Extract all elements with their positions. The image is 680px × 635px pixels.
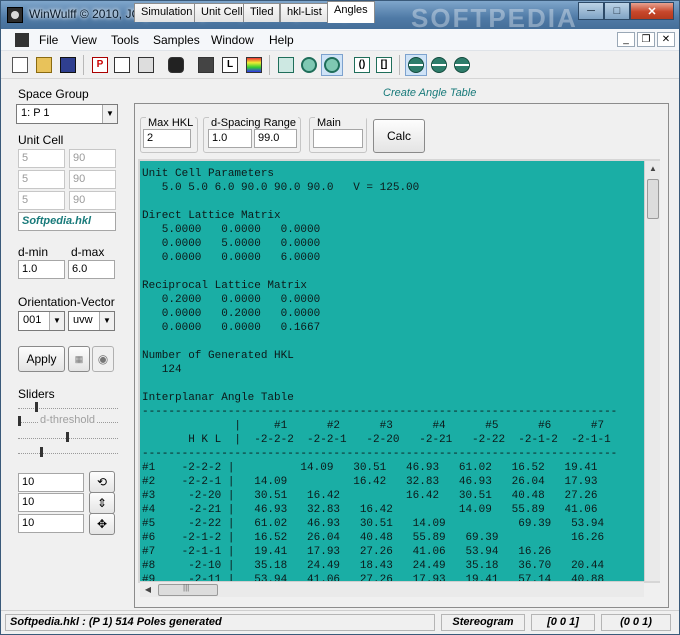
app-window: WinWulff © 2010, JCrystalSoft - [C:\Soft… xyxy=(0,0,680,635)
chevron-down-icon: ▼ xyxy=(102,105,117,123)
tab-hkl-list[interactable]: hkl-List xyxy=(280,3,329,22)
minimize-button[interactable]: ─ xyxy=(578,2,604,20)
dmax-label: d-max xyxy=(71,245,105,259)
unit-cell-a[interactable]: 5 xyxy=(18,149,65,168)
vertical-scroll-thumb[interactable] xyxy=(647,179,659,219)
palette-icon[interactable] xyxy=(243,54,265,76)
dmax-input[interactable]: 6.0 xyxy=(68,260,115,279)
max-hkl-input[interactable]: 2 xyxy=(143,129,191,148)
dspacing-min-input[interactable]: 1.0 xyxy=(208,129,252,148)
copy-icon[interactable] xyxy=(111,54,133,76)
rotate-z-icon[interactable]: ✥ xyxy=(89,513,115,535)
tab-simulation[interactable]: Simulation xyxy=(134,3,200,22)
menu-samples[interactable]: Samples xyxy=(153,33,200,47)
slider-3[interactable] xyxy=(18,431,118,445)
unit-cell-beta[interactable]: 90 xyxy=(69,170,116,189)
scroll-left-icon[interactable]: ◀ xyxy=(140,582,156,598)
sliders-label: Sliders xyxy=(18,387,55,401)
apply-button[interactable]: Apply xyxy=(18,346,65,372)
rotate-x-icon[interactable]: ⟲ xyxy=(89,471,115,493)
rotation-z-input[interactable]: 10 xyxy=(18,514,84,533)
d-threshold-caption: d-threshold xyxy=(38,414,98,426)
dmin-label: d-min xyxy=(18,245,49,259)
rotate-y-icon[interactable]: ⇕ xyxy=(89,492,115,514)
space-group-select[interactable]: 1: P 1 ▼ xyxy=(16,104,118,124)
orientation-mode-select[interactable]: uvw ▼ xyxy=(68,311,115,331)
tab-hint: Create Angle Table xyxy=(383,87,477,99)
mdi-restore-button[interactable]: ❐ xyxy=(637,32,655,47)
chevron-down-icon: ▼ xyxy=(99,312,114,330)
maximize-button[interactable]: □ xyxy=(604,2,630,20)
mdi-minimize-button[interactable]: _ xyxy=(617,32,635,47)
mdi-close-button[interactable]: ✕ xyxy=(657,32,675,47)
space-group-value: 1: P 1 xyxy=(21,107,50,119)
open-folder-icon[interactable] xyxy=(33,54,55,76)
unit-cell-alpha[interactable]: 90 xyxy=(69,149,116,168)
horizontal-scroll-thumb[interactable] xyxy=(158,583,218,596)
menu-help[interactable]: Help xyxy=(269,33,294,47)
new-file-icon[interactable] xyxy=(9,54,31,76)
l-icon[interactable]: L xyxy=(219,54,241,76)
menu-bar: File View Tools Samples Window Help _ ❐ … xyxy=(1,29,679,51)
circle-dots-icon[interactable]: ◉ xyxy=(92,346,114,372)
binoculars-icon[interactable] xyxy=(165,54,187,76)
output-text: Unit Cell Parameters 5.0 5.0 6.0 90.0 90… xyxy=(142,168,618,583)
bracket-square-icon[interactable]: [] xyxy=(373,54,395,76)
unit-cell-gamma[interactable]: 90 xyxy=(69,191,116,210)
menu-tools[interactable]: Tools xyxy=(111,33,139,47)
dmin-input[interactable]: 1.0 xyxy=(18,260,65,279)
unit-cell-c[interactable]: 5 xyxy=(18,191,65,210)
vertical-scrollbar[interactable]: ▲ xyxy=(644,161,660,581)
orientation-label: Orientation-Vector xyxy=(18,295,115,309)
main-hkl-input[interactable] xyxy=(313,129,363,148)
dspacing-max-input[interactable]: 99.0 xyxy=(254,129,297,148)
status-summary: Softpedia.hkl : (P 1) 514 Poles generate… xyxy=(5,614,435,631)
output-text-area[interactable]: Unit Cell Parameters 5.0 5.0 6.0 90.0 90… xyxy=(138,159,660,583)
slider-1[interactable] xyxy=(18,401,118,415)
orientation-mode-value: uvw xyxy=(73,314,93,326)
menu-window[interactable]: Window xyxy=(211,33,254,47)
d-threshold-slider[interactable]: d-threshold xyxy=(18,414,118,429)
globe-pressed-icon[interactable] xyxy=(321,54,343,76)
app-icon xyxy=(7,7,23,23)
page-icon[interactable] xyxy=(195,54,217,76)
status-plane: (0 0 1) xyxy=(601,614,671,631)
menu-file[interactable]: File xyxy=(39,33,58,47)
status-direction: [0 0 1] xyxy=(531,614,595,631)
frame-icon[interactable] xyxy=(275,54,297,76)
bracket-icon[interactable]: () xyxy=(351,54,373,76)
chevron-down-icon: ▼ xyxy=(49,312,64,330)
max-hkl-label: Max HKL xyxy=(146,117,196,129)
globe-icon[interactable] xyxy=(298,54,320,76)
status-bar: Softpedia.hkl : (P 1) 514 Poles generate… xyxy=(1,610,679,634)
grid-dots-icon[interactable]: ▦ xyxy=(68,346,90,372)
space-group-label: Space Group xyxy=(18,87,89,101)
rotation-y-input[interactable]: 10 xyxy=(18,493,84,512)
rotation-x-input[interactable]: 10 xyxy=(18,473,84,492)
document-icon[interactable] xyxy=(15,33,29,47)
disc-down-icon[interactable] xyxy=(451,54,473,76)
file-name-field: Softpedia.hkl xyxy=(18,212,116,231)
toolbar: P L () [] xyxy=(1,52,679,79)
print-icon[interactable] xyxy=(135,54,157,76)
tab-tiled[interactable]: Tiled xyxy=(243,3,281,22)
scroll-up-icon[interactable]: ▲ xyxy=(645,161,661,177)
horizontal-scrollbar[interactable]: ◀ xyxy=(140,581,644,597)
save-icon[interactable] xyxy=(57,54,79,76)
close-button[interactable]: ✕ xyxy=(630,2,674,20)
disc-mid-icon[interactable] xyxy=(428,54,450,76)
slider-4[interactable] xyxy=(18,446,118,460)
dspacing-label: d-Spacing Range xyxy=(209,117,299,129)
orientation-vector-value: 001 xyxy=(23,314,42,326)
pdf-icon[interactable]: P xyxy=(89,54,111,76)
orientation-vector-select[interactable]: 001 ▼ xyxy=(18,311,65,331)
status-mode: Stereogram xyxy=(441,614,525,631)
calc-button[interactable]: Calc xyxy=(373,119,425,153)
disc-up-icon[interactable] xyxy=(405,54,427,76)
unit-cell-label: Unit Cell xyxy=(18,133,64,147)
tab-unit-cell[interactable]: Unit Cell xyxy=(194,3,250,22)
tab-angles[interactable]: Angles xyxy=(327,1,375,23)
unit-cell-b[interactable]: 5 xyxy=(18,170,65,189)
menu-view[interactable]: View xyxy=(71,33,97,47)
